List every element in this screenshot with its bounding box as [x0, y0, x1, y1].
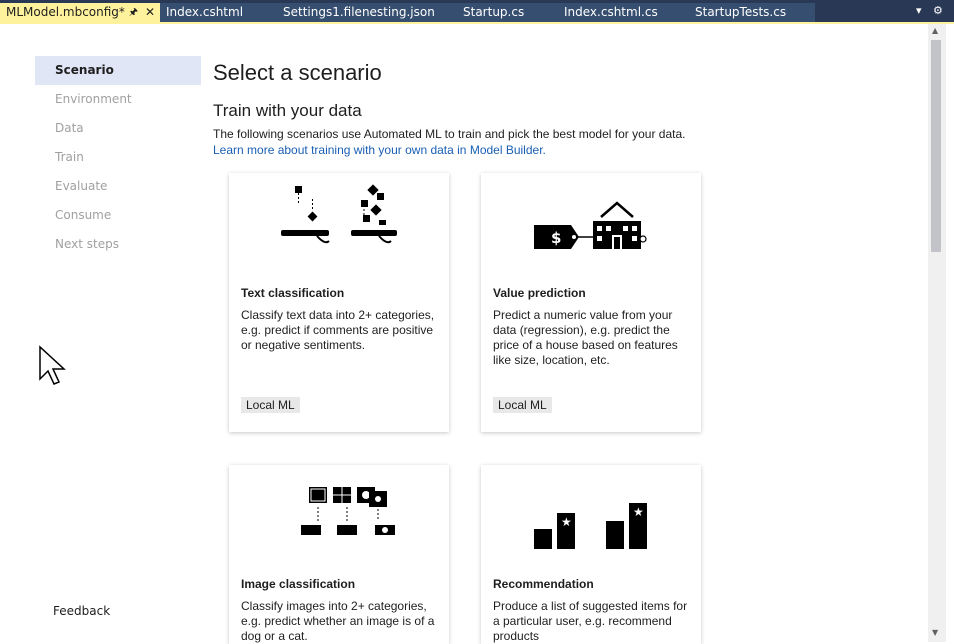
wizard-step-nav: Scenario Environment Data Train Evaluate… [35, 56, 201, 259]
document-tab-strip: MLModel.mbconfig* 🖈 ✕ Index.cshtml Setti… [0, 0, 954, 22]
section-title: Train with your data [213, 101, 362, 120]
scenario-card-recommendation[interactable]: ★ ★ Recommendation Produce a list of sug… [481, 465, 701, 644]
tab-label: Startup.cs [463, 5, 525, 19]
nav-item-environment[interactable]: Environment [35, 85, 201, 114]
text-classification-icon [281, 184, 397, 244]
gear-icon[interactable]: ⚙ [933, 4, 943, 17]
tab-startuptests-cs[interactable]: StartupTests.cs [689, 3, 815, 22]
card-title: Value prediction [493, 286, 586, 300]
local-ml-badge: Local ML [241, 397, 300, 413]
mouse-pointer-icon [39, 345, 66, 385]
tab-mlmodel-mbconfig[interactable]: MLModel.mbconfig* 🖈 ✕ [0, 3, 160, 22]
local-ml-badge: Local ML [493, 397, 552, 413]
tab-label: Settings1.filenesting.json [283, 5, 435, 19]
card-title: Recommendation [493, 577, 594, 591]
value-prediction-icon: $ [534, 201, 647, 249]
nav-item-consume[interactable]: Consume [35, 201, 201, 230]
tab-label: Index.cshtml.cs [564, 5, 658, 19]
feedback-link[interactable]: Feedback [53, 604, 110, 618]
learn-more-link[interactable]: Learn more about training with your own … [213, 143, 546, 157]
tab-overflow-dropdown-icon[interactable]: ▾ [916, 4, 922, 17]
tab-label: Index.cshtml [166, 5, 244, 19]
tab-settings1-filenesting-json[interactable]: Settings1.filenesting.json [277, 3, 457, 22]
scrollbar-thumb[interactable] [931, 40, 941, 252]
tab-index-cshtml-cs[interactable]: Index.cshtml.cs [558, 3, 689, 22]
card-title: Image classification [241, 577, 356, 591]
svg-text:★: ★ [561, 515, 572, 529]
scenario-card-image-classification[interactable]: Image classification Classify images int… [229, 465, 449, 644]
svg-text:$: $ [551, 229, 561, 247]
card-title: Text classification [241, 286, 345, 300]
tab-index-cshtml[interactable]: Index.cshtml [160, 3, 277, 22]
section-description: The following scenarios use Automated ML… [213, 127, 686, 141]
card-description: Predict a numeric value from your data (… [493, 308, 678, 367]
card-description: Classify images into 2+ categories, e.g.… [241, 599, 435, 643]
close-icon[interactable]: ✕ [145, 3, 155, 22]
tab-startup-cs[interactable]: Startup.cs [457, 3, 558, 22]
scroll-up-arrow-icon[interactable]: ▲ [932, 26, 938, 35]
nav-item-scenario[interactable]: Scenario [35, 56, 201, 85]
tab-label: MLModel.mbconfig* [6, 5, 125, 19]
nav-item-evaluate[interactable]: Evaluate [35, 172, 201, 201]
scenario-card-text-classification[interactable]: Text classification Classify text data i… [229, 173, 449, 432]
scroll-down-arrow-icon[interactable]: ▼ [932, 628, 938, 637]
nav-item-train[interactable]: Train [35, 143, 201, 172]
svg-text:★: ★ [633, 505, 644, 519]
scenario-card-value-prediction[interactable]: $ Value prediction Predict a numeric val… [481, 173, 701, 432]
image-classification-icon [301, 487, 395, 535]
vertical-scrollbar[interactable]: ▲ ▼ [928, 24, 946, 642]
nav-item-next-steps[interactable]: Next steps [35, 230, 201, 259]
tab-label: StartupTests.cs [695, 5, 787, 19]
nav-item-data[interactable]: Data [35, 114, 201, 143]
recommendation-icon: ★ ★ [534, 503, 647, 549]
card-description: Produce a list of suggested items for a … [493, 599, 688, 643]
active-tab-accent-line [0, 22, 954, 24]
card-description: Classify text data into 2+ categories, e… [241, 308, 435, 352]
page-title: Select a scenario [213, 60, 382, 85]
pin-icon[interactable]: 🖈 [129, 3, 138, 22]
